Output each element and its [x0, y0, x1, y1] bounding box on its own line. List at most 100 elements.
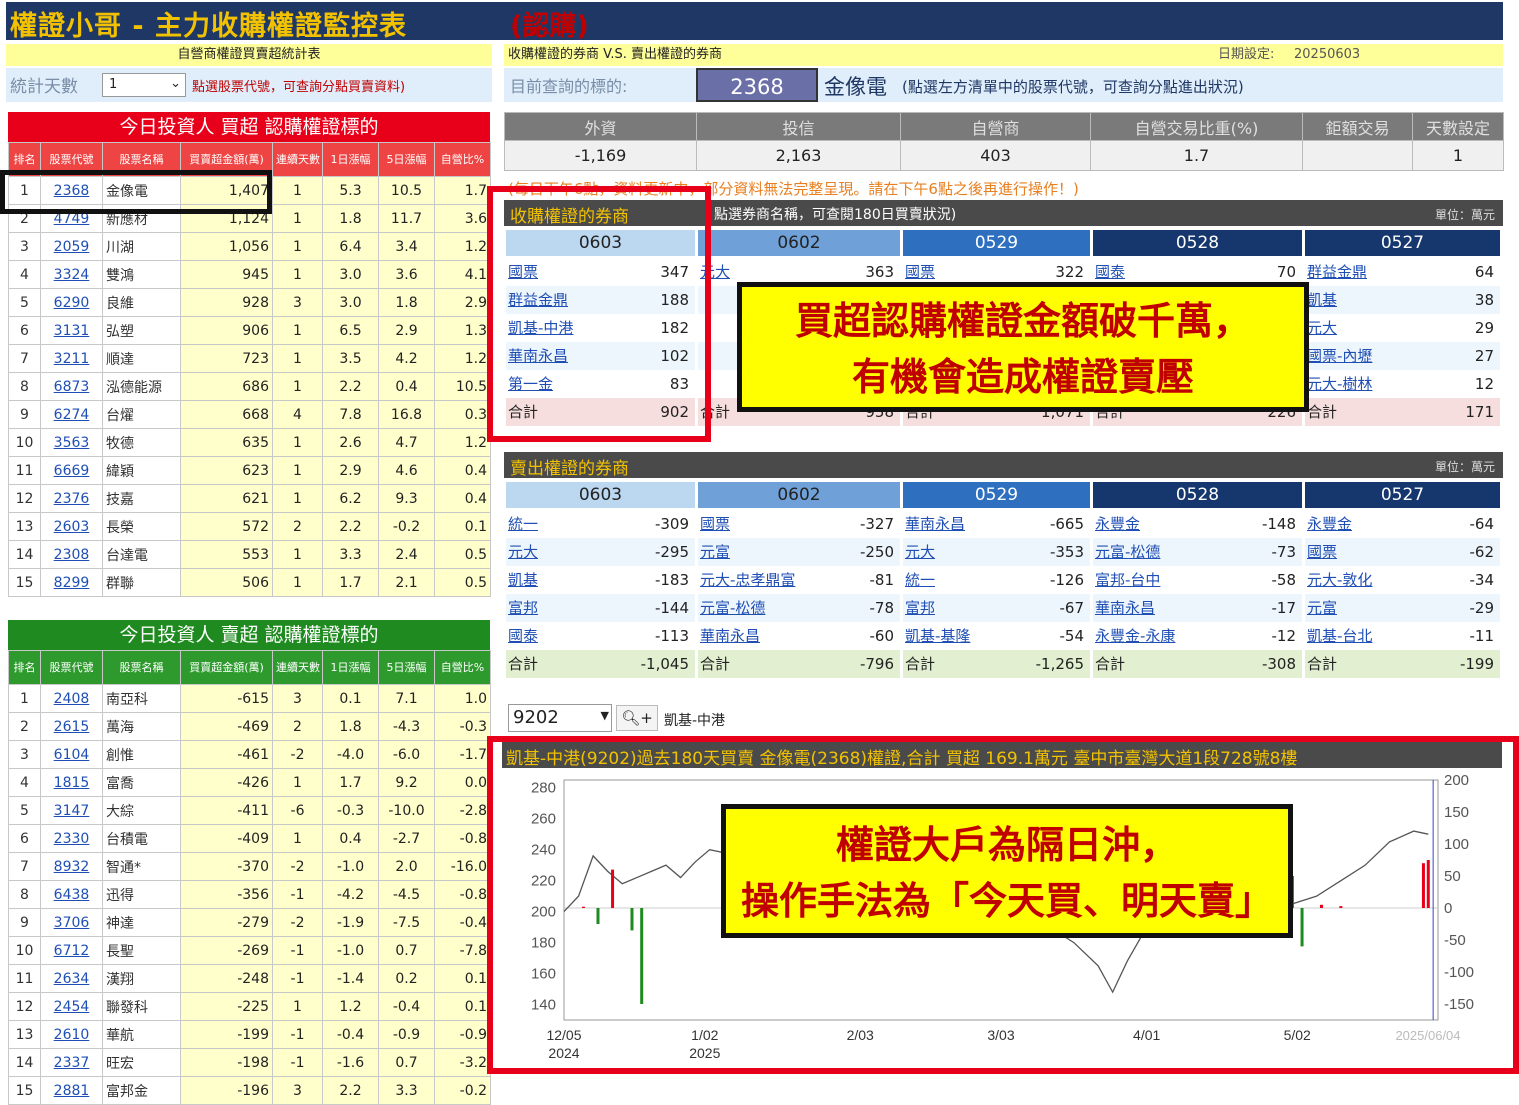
stock-code-link[interactable]: 3706	[40, 908, 103, 937]
table-cell: 9.2	[378, 768, 435, 797]
broker-name-link[interactable]: 華南永昌	[700, 622, 760, 650]
table-row: 5 6290 良維 928 3 3.0 1.8 2.9	[8, 288, 491, 317]
date-column-header: 0602	[698, 482, 900, 508]
broker-name-link[interactable]: 華南永昌	[905, 510, 965, 538]
table-cell: -0.4	[434, 908, 491, 937]
broker-name-link[interactable]: 元富-松德	[700, 594, 765, 622]
table-cell: 13	[8, 1020, 41, 1049]
table-cell: 668	[180, 400, 273, 429]
stock-code-link[interactable]: 6873	[40, 372, 103, 401]
broker-name-link[interactable]: 元大	[905, 538, 935, 566]
broker-name-link[interactable]: 國泰	[508, 622, 538, 650]
table-row: 8 6873 泓德能源 686 1 2.2 0.4 10.5	[8, 372, 491, 401]
broker-name-link[interactable]: 元富-松德	[1095, 538, 1160, 566]
stock-code-link[interactable]: 2454	[40, 992, 103, 1021]
broker-name-link[interactable]: 群益金鼎	[1307, 258, 1367, 286]
stock-code-link[interactable]: 2308	[40, 540, 103, 569]
table-cell: 1.2	[322, 992, 379, 1021]
stock-code-link[interactable]: 6712	[40, 936, 103, 965]
broker-row: 富邦-台中 -58	[1093, 566, 1302, 594]
table-cell: 13	[8, 512, 41, 541]
stock-code-link[interactable]: 3563	[40, 428, 103, 457]
broker-name-link[interactable]: 凱基-台北	[1307, 622, 1372, 650]
broker-name-link[interactable]: 統一	[905, 566, 935, 594]
stock-code-link[interactable]: 3324	[40, 260, 103, 289]
query-code[interactable]: 2368	[696, 68, 818, 102]
table-cell: 3	[272, 288, 323, 317]
broker-name-link[interactable]: 永豐金	[1307, 510, 1352, 538]
broker-name-link[interactable]: 元大	[508, 538, 538, 566]
broker-name-link[interactable]: 元富	[1307, 594, 1337, 622]
broker-name-link[interactable]: 富邦	[508, 594, 538, 622]
search-button[interactable]: 🔍︎+	[616, 705, 658, 731]
table-cell: 6.4	[322, 232, 379, 261]
broker-amount: -126	[1049, 571, 1084, 589]
stock-code-link[interactable]: 2634	[40, 964, 103, 993]
stock-code-link[interactable]: 2330	[40, 824, 103, 853]
buy-table-title: 今日投資人 買超 認購權證標的	[8, 112, 490, 142]
stock-code-link[interactable]: 2615	[40, 712, 103, 741]
broker-name-link[interactable]: 元大-敦化	[1307, 566, 1372, 594]
broker-name-link[interactable]: 元大	[1307, 314, 1337, 342]
stock-code-link[interactable]: 6274	[40, 400, 103, 429]
broker-total-row: 合計 -1,045	[506, 650, 695, 678]
broker-name-link[interactable]: 國票	[1307, 538, 1337, 566]
stock-code-link[interactable]: 3211	[40, 344, 103, 373]
table-cell: 3	[272, 1076, 323, 1105]
stock-code-link[interactable]: 3131	[40, 316, 103, 345]
app-title: 權證小哥 - 主力收購權證監控表	[10, 11, 408, 42]
table-row: 6 3131 弘塑 906 1 6.5 2.9 1.3	[8, 316, 491, 345]
date-value[interactable]: 20250603	[1294, 44, 1360, 66]
date-column-header: 0527	[1305, 482, 1500, 508]
stock-code-link[interactable]: 2408	[40, 684, 103, 713]
broker-name-link[interactable]: 凱基	[508, 566, 538, 594]
table-cell: 3.6	[434, 204, 491, 233]
table-cell: -1.4	[322, 964, 379, 993]
stock-code-link[interactable]: 8932	[40, 852, 103, 881]
table-cell: -1	[272, 880, 323, 909]
table-cell: 1	[272, 176, 323, 205]
table-cell: -0.2	[378, 512, 435, 541]
table-cell: 0.4	[322, 824, 379, 853]
stock-code-link[interactable]: 2376	[40, 484, 103, 513]
table-cell: 10.5	[434, 372, 491, 401]
stock-code-link[interactable]: 2337	[40, 1048, 103, 1077]
broker-name-link[interactable]: 元大-忠孝鼎富	[700, 566, 795, 594]
stock-code-link[interactable]: 3147	[40, 796, 103, 825]
stock-code-link[interactable]: 8299	[40, 568, 103, 597]
stock-code-link[interactable]: 6104	[40, 740, 103, 769]
table-cell: 8	[8, 372, 41, 401]
broker-name-link[interactable]: 富邦	[905, 594, 935, 622]
broker-name-link[interactable]: 華南永昌	[1095, 594, 1155, 622]
stock-code-link[interactable]: 6290	[40, 288, 103, 317]
days-select[interactable]: 1 ⌄	[102, 73, 186, 97]
broker-row: 元大 -295	[506, 538, 695, 566]
stock-code-link[interactable]: 2059	[40, 232, 103, 261]
stock-code-link[interactable]: 6669	[40, 456, 103, 485]
broker-name-link[interactable]: 凱基	[1307, 286, 1337, 314]
broker-name-link[interactable]: 統一	[508, 510, 538, 538]
broker-name-link[interactable]: 元富	[700, 538, 730, 566]
total-label: 合計	[1307, 655, 1338, 673]
table-cell: 智通*	[102, 852, 181, 881]
table-cell: -2	[272, 740, 323, 769]
stock-code-link[interactable]: 2881	[40, 1076, 103, 1105]
stock-code-link[interactable]: 2603	[40, 512, 103, 541]
table-cell: 6	[8, 824, 41, 853]
broker-name-link[interactable]: 元大-樹林	[1307, 370, 1372, 398]
table-cell: 0.7	[378, 936, 435, 965]
broker-name-link[interactable]: 永豐金-永康	[1095, 622, 1175, 650]
table-cell: 2	[272, 512, 323, 541]
broker-select[interactable]: 9202 ▼	[508, 704, 612, 732]
date-column-header: 0527	[1305, 230, 1500, 256]
broker-name-link[interactable]: 國票-內壢	[1307, 342, 1372, 370]
stock-code-link[interactable]: 1815	[40, 768, 103, 797]
stock-code-link[interactable]: 6438	[40, 880, 103, 909]
broker-name-link[interactable]: 富邦-台中	[1095, 566, 1160, 594]
days-select-value: 1	[109, 77, 118, 92]
broker-name-link[interactable]: 國票	[700, 510, 730, 538]
broker-row: 元富-松德 -78	[698, 594, 900, 622]
stock-code-link[interactable]: 2610	[40, 1020, 103, 1049]
broker-name-link[interactable]: 凱基-基隆	[905, 622, 970, 650]
broker-name-link[interactable]: 永豐金	[1095, 510, 1140, 538]
